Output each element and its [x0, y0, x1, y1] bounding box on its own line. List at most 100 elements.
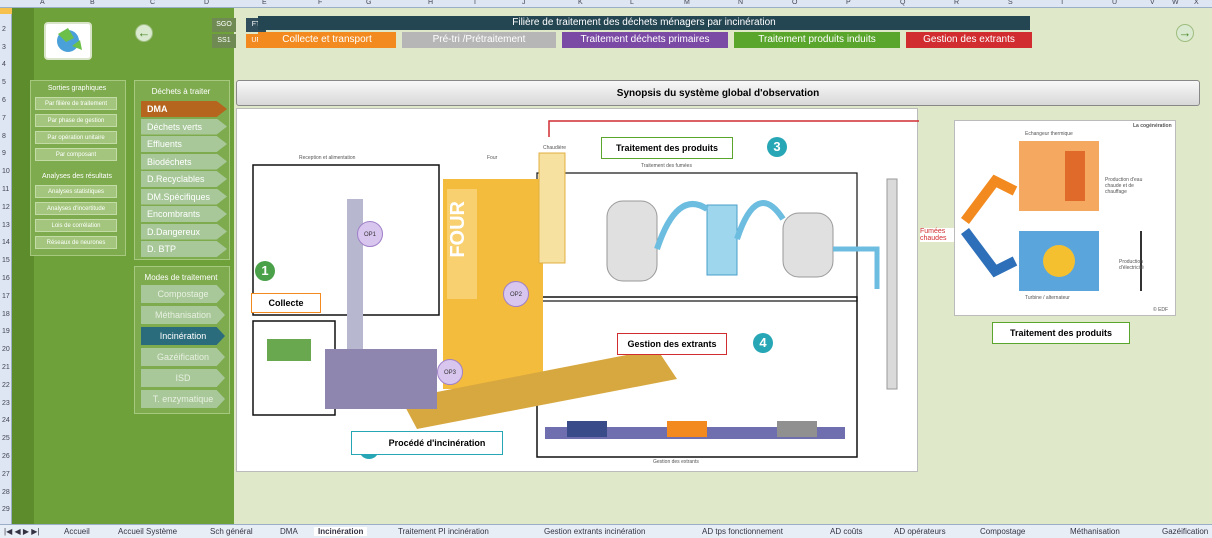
graph-outputs-title: Sorties graphiques	[47, 85, 107, 92]
step-4-badge: 4	[753, 333, 773, 353]
row-header-4: 4	[2, 61, 6, 69]
gestion-extrants-label: Gestion des extrants	[617, 333, 727, 355]
mode-item[interactable]: Méthanisation	[141, 306, 225, 324]
sheet-tab[interactable]: AD coûts	[830, 527, 862, 536]
op2-node[interactable]: OP2	[503, 281, 529, 307]
waste-item[interactable]: Effluents	[141, 136, 227, 152]
column-header-N: N	[738, 0, 744, 6]
sheet-tab[interactable]: AD opérateurs	[894, 527, 946, 536]
synopsis-title: Synopsis du système global d'observation	[236, 80, 1200, 106]
code-sgo: SGO	[212, 18, 236, 32]
waste-item[interactable]: Biodéchets	[141, 153, 227, 170]
sheet-tab[interactable]: Gazéification	[1162, 527, 1208, 536]
column-header-A: A	[40, 0, 45, 6]
graph-outputs-panel: Sorties graphiques Par filière de traite…	[30, 80, 126, 256]
op1-node[interactable]: OP1	[357, 221, 383, 247]
column-header-H: H	[428, 0, 434, 6]
sheet-tab[interactable]: Incinération	[314, 527, 368, 536]
graph-output-item[interactable]: Par opération unitaire	[35, 131, 117, 144]
process-tab-2[interactable]: Traitement déchets primaires	[562, 32, 728, 48]
graph-output-item[interactable]: Par filière de traitement	[35, 97, 117, 110]
column-header-M: M	[684, 0, 690, 6]
sheet-tab[interactable]: Méthanisation	[1070, 527, 1120, 536]
traitement-produits-right-label: Traitement des produits	[992, 322, 1130, 344]
column-header-P: P	[846, 0, 851, 6]
column-header-W: W	[1172, 0, 1179, 6]
waste-item[interactable]: Déchets verts	[141, 118, 227, 135]
row-header-13: 13	[2, 221, 10, 229]
collecte-label: Collecte	[251, 293, 321, 313]
row-header-26: 26	[2, 453, 10, 460]
row-header-3: 3	[2, 43, 6, 51]
selected-cell-indicator	[0, 8, 12, 14]
sheet-tab[interactable]: Accueil	[64, 527, 90, 536]
sheet-tab[interactable]: Compostage	[980, 527, 1025, 536]
column-header-V: V	[1150, 0, 1155, 6]
column-header-R: R	[954, 0, 960, 6]
column-header-C: C	[150, 0, 156, 6]
row-header-22: 22	[2, 381, 10, 389]
column-header-K: K	[578, 0, 583, 6]
column-header-J: J	[522, 0, 526, 6]
sheet-tab[interactable]: Gestion extrants incinération	[544, 527, 645, 536]
sheet-tab[interactable]: Traitement PI incinération	[398, 527, 489, 536]
mode-item[interactable]: ISD	[141, 369, 225, 387]
waste-item[interactable]: D. BTP	[141, 241, 227, 257]
forward-arrow-icon[interactable]: →	[1176, 24, 1194, 42]
analysis-item[interactable]: Lois de corrélation	[35, 219, 117, 232]
op3-node[interactable]: OP3	[437, 359, 463, 385]
waste-item[interactable]: D.Dangereux	[141, 223, 227, 240]
back-arrow-icon[interactable]: ←	[135, 24, 153, 42]
row-header-9: 9	[2, 150, 6, 158]
mode-item[interactable]: T. enzymatique	[141, 390, 225, 408]
analysis-item[interactable]: Analyses statistiques	[35, 185, 117, 198]
cogeneration-label: La cogénération	[1133, 123, 1172, 129]
waste-item[interactable]: D.Recyclables	[141, 171, 227, 187]
sheet-tab[interactable]: Sch général	[210, 527, 253, 536]
process-title: Filière de traitement des déchets ménage…	[258, 16, 1030, 30]
graph-output-item[interactable]: Par phase de gestion	[35, 114, 117, 127]
gestion-small-label: Gestion des extrants	[653, 459, 699, 465]
row-header-17: 17	[2, 292, 10, 300]
waste-item[interactable]: DM.Spécifiques	[141, 188, 227, 205]
row-header-16: 16	[2, 275, 10, 282]
mode-item[interactable]: Incinération	[141, 327, 225, 345]
column-header-S: S	[1008, 0, 1013, 6]
row-header-12: 12	[2, 203, 10, 211]
column-header-T: T	[1060, 0, 1065, 6]
edf-label: © EDF	[1153, 307, 1169, 313]
process-tab-0[interactable]: Collecte et transport	[258, 32, 396, 48]
graph-output-item[interactable]: Par composant	[35, 148, 117, 161]
echangeur-label: Echangeur thermique	[1025, 131, 1073, 137]
column-header-G: G	[366, 0, 372, 6]
row-header-2: 2	[2, 25, 6, 33]
step-1-badge: 1	[255, 261, 275, 281]
process-tab-4[interactable]: Gestion des extrants	[906, 32, 1032, 48]
row-header-28: 28	[2, 488, 10, 496]
eau-chaude-label: Production d'eau chaude et de chauffage	[1105, 177, 1143, 195]
sheet-tab[interactable]: DMA	[280, 527, 298, 536]
row-header-24: 24	[2, 417, 10, 425]
sheet-nav-arrows[interactable]: |◀ ◀ ▶ ▶|	[4, 527, 39, 536]
process-tab-3[interactable]: Traitement produits induits	[734, 32, 900, 48]
mode-item[interactable]: Compostage	[141, 285, 225, 303]
row-header-7: 7	[2, 114, 6, 122]
analysis-item[interactable]: Réseaux de neurones	[35, 236, 117, 249]
row-header-29: 29	[2, 506, 10, 514]
process-tab-1[interactable]: Pré-tri /Prétraitement	[402, 32, 556, 48]
column-header-L: L	[630, 0, 634, 6]
sheet-tab[interactable]: Accueil Système	[118, 527, 177, 536]
column-header-E: E	[262, 0, 267, 6]
row-header-6: 6	[2, 97, 6, 104]
app-logo	[44, 22, 92, 60]
analysis-item[interactable]: Analyses d'incertitude	[35, 202, 117, 215]
turbine-label: Turbine / alternateur	[1025, 295, 1070, 301]
mode-item[interactable]: Gazéification	[141, 348, 225, 366]
column-header-Q: Q	[900, 0, 906, 6]
row-header-bar: 1234567891011121314151617181920212223242…	[0, 8, 12, 524]
waste-item[interactable]: Encombrants	[141, 206, 227, 222]
waste-item[interactable]: DMA	[141, 101, 227, 117]
sheet-tab[interactable]: AD tps fonctionnement	[702, 527, 783, 536]
fumees-title-label: Traitement des fumées	[641, 163, 692, 169]
sheet-tab-bar: |◀ ◀ ▶ ▶| Accueil Accueil Système Sch génér…	[0, 524, 1212, 538]
